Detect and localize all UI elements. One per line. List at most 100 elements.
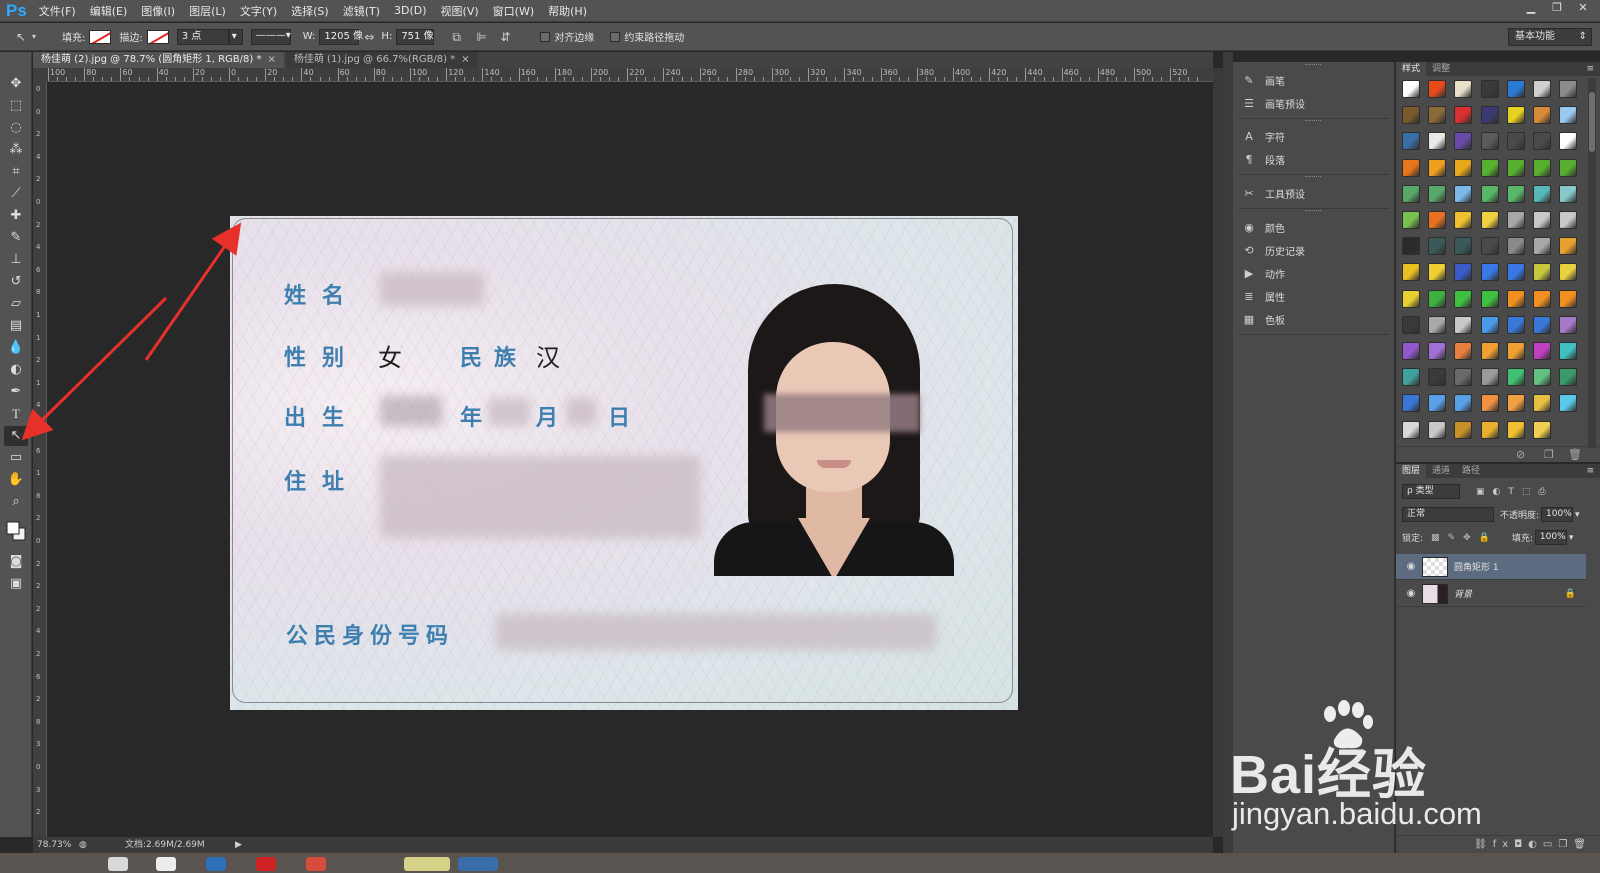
taskbar-app-icon[interactable] — [306, 857, 326, 871]
style-preset-swatch[interactable] — [1428, 80, 1447, 98]
style-preset-swatch[interactable] — [1559, 368, 1578, 387]
layer-row-rounded-rect[interactable]: ◉ 圆角矩形 1 — [1396, 554, 1586, 580]
opacity-field[interactable]: 100% — [1541, 507, 1574, 522]
style-preset-swatch[interactable] — [1454, 394, 1473, 413]
style-preset-swatch[interactable] — [1402, 368, 1420, 387]
marquee-tool-icon[interactable]: ⬚ — [4, 96, 28, 116]
style-preset-swatch[interactable] — [1533, 158, 1551, 177]
style-preset-swatch[interactable] — [1559, 237, 1578, 256]
lasso-tool-icon[interactable]: ◌ — [4, 118, 28, 138]
fx-icon[interactable]: fx — [1493, 839, 1514, 850]
style-preset-swatch[interactable] — [1480, 368, 1499, 387]
move-tool-icon[interactable]: ✥ — [4, 74, 28, 94]
style-preset-swatch[interactable] — [1506, 211, 1525, 229]
panel-grip[interactable] — [1305, 120, 1321, 122]
filter-smart-icon[interactable]: ⎙ — [1538, 487, 1545, 497]
crop-tool-icon[interactable]: ⌗ — [4, 162, 28, 182]
style-preset-swatch[interactable] — [1480, 106, 1499, 125]
style-preset-swatch[interactable] — [1506, 315, 1525, 334]
new-group-icon[interactable]: ▭ — [1543, 839, 1558, 850]
style-preset-swatch[interactable] — [1559, 106, 1578, 125]
screen-mode-icon[interactable]: ▣ — [4, 574, 28, 594]
style-preset-swatch[interactable] — [1559, 211, 1578, 229]
style-preset-swatch[interactable] — [1559, 289, 1578, 308]
panel-brush[interactable]: ✎ 画笔 — [1241, 70, 1285, 90]
style-preset-swatch[interactable] — [1506, 106, 1525, 125]
style-preset-swatch[interactable] — [1480, 132, 1499, 151]
stroke-width-field[interactable]: 3 点 — [176, 28, 229, 45]
style-preset-swatch[interactable] — [1454, 289, 1473, 308]
document-size[interactable]: 文档:2.69M/2.69M — [125, 837, 205, 853]
taskbar-app-icon[interactable] — [458, 857, 498, 871]
style-preset-swatch[interactable] — [1402, 106, 1420, 125]
constrain-path-checkbox[interactable] — [610, 31, 621, 42]
style-preset-swatch[interactable] — [1533, 420, 1551, 439]
style-preset-swatch[interactable] — [1506, 184, 1525, 203]
tab-channels[interactable]: 通道 — [1426, 464, 1456, 478]
style-preset-swatch[interactable] — [1533, 211, 1551, 229]
menu-image[interactable]: 图像(I) — [141, 3, 175, 19]
tab-paths[interactable]: 路径 — [1456, 464, 1486, 478]
style-preset-swatch[interactable] — [1454, 315, 1473, 334]
eye-icon[interactable]: ◉ — [1404, 561, 1418, 572]
lock-all-icon[interactable]: 🔒 — [1479, 533, 1490, 543]
chevron-down-icon[interactable]: ▾ — [1575, 510, 1580, 520]
gradient-tool-icon[interactable]: ▤ — [4, 316, 28, 336]
style-preset-swatch[interactable] — [1506, 342, 1525, 360]
lock-transparency-icon[interactable]: ▩ — [1431, 533, 1440, 543]
style-preset-swatch[interactable] — [1454, 106, 1473, 125]
style-preset-swatch[interactable] — [1533, 237, 1551, 256]
style-preset-swatch[interactable] — [1559, 394, 1578, 413]
fill-swatch[interactable] — [89, 29, 112, 44]
minimize-icon[interactable]: ▁ — [1518, 0, 1544, 16]
panel-history[interactable]: ⟲ 历史记录 — [1241, 240, 1305, 260]
menu-type[interactable]: 文字(Y) — [240, 3, 277, 19]
link-icon[interactable]: ⇔ — [361, 29, 377, 45]
style-preset-swatch[interactable] — [1559, 132, 1578, 151]
panel-menu-icon[interactable]: ≡ — [1586, 464, 1594, 478]
quick-selection-tool-icon[interactable]: ⁂ — [4, 140, 28, 160]
horizontal-ruler[interactable]: 100 80 60 40 20 0 20 40 60 80 100 120 140 160 180 200 22… — [48, 68, 1213, 82]
path-operations-icon[interactable]: ⧉ — [452, 29, 468, 45]
style-preset-swatch[interactable] — [1506, 394, 1525, 413]
hand-tool-icon[interactable]: ✋ — [4, 470, 28, 490]
style-preset-swatch[interactable] — [1533, 263, 1551, 282]
style-preset-swatch[interactable] — [1428, 158, 1447, 177]
style-preset-swatch[interactable] — [1506, 158, 1525, 177]
path-selection-tool-icon[interactable]: ↖ — [4, 426, 28, 446]
style-preset-swatch[interactable] — [1402, 184, 1420, 203]
style-preset-swatch[interactable] — [1428, 315, 1447, 334]
taskbar-app-icon[interactable] — [404, 857, 450, 871]
taskbar-app-icon[interactable] — [156, 857, 176, 871]
style-preset-swatch[interactable] — [1480, 394, 1499, 413]
panel-grip[interactable] — [1305, 210, 1321, 212]
style-preset-swatch[interactable] — [1402, 289, 1420, 308]
panel-menu-icon[interactable]: ≡ — [1586, 62, 1594, 76]
style-preset-swatch[interactable] — [1454, 211, 1473, 229]
style-preset-swatch[interactable] — [1533, 132, 1551, 151]
style-preset-swatch[interactable] — [1533, 368, 1551, 387]
menu-select[interactable]: 选择(S) — [291, 3, 329, 19]
style-preset-swatch[interactable] — [1559, 342, 1578, 360]
style-preset-swatch[interactable] — [1506, 368, 1525, 387]
style-preset-swatch[interactable] — [1480, 211, 1499, 229]
style-preset-swatch[interactable] — [1533, 184, 1551, 203]
style-preset-swatch[interactable] — [1506, 263, 1525, 282]
path-alignment-icon[interactable]: ⊫ — [476, 29, 492, 45]
menu-filter[interactable]: 滤镜(T) — [343, 3, 380, 19]
panel-color[interactable]: ◉ 颜色 — [1241, 217, 1285, 237]
style-preset-swatch[interactable] — [1428, 237, 1447, 256]
chevron-down-icon[interactable]: ▾ — [32, 29, 48, 45]
menu-edit[interactable]: 编辑(E) — [90, 3, 128, 19]
vertical-ruler[interactable]: 0 0 2 4 2 0 2 4 6 8 1 1 2 1 4 1 6 1 8 2 0 2 2 2 4 2 6 2 8 3 0 3 2 — [33, 82, 47, 837]
filter-shape-icon[interactable]: ⬚ — [1522, 487, 1531, 497]
history-brush-tool-icon[interactable]: ↺ — [4, 272, 28, 292]
style-preset-swatch[interactable] — [1506, 289, 1525, 308]
new-layer-icon[interactable]: ❐ — [1558, 839, 1573, 850]
style-preset-swatch[interactable] — [1533, 289, 1551, 308]
style-preset-swatch[interactable] — [1428, 420, 1447, 439]
style-preset-swatch[interactable] — [1428, 211, 1447, 229]
stroke-swatch[interactable] — [146, 29, 169, 44]
style-preset-swatch[interactable] — [1402, 342, 1420, 360]
panel-actions[interactable]: ▶ 动作 — [1241, 263, 1285, 283]
